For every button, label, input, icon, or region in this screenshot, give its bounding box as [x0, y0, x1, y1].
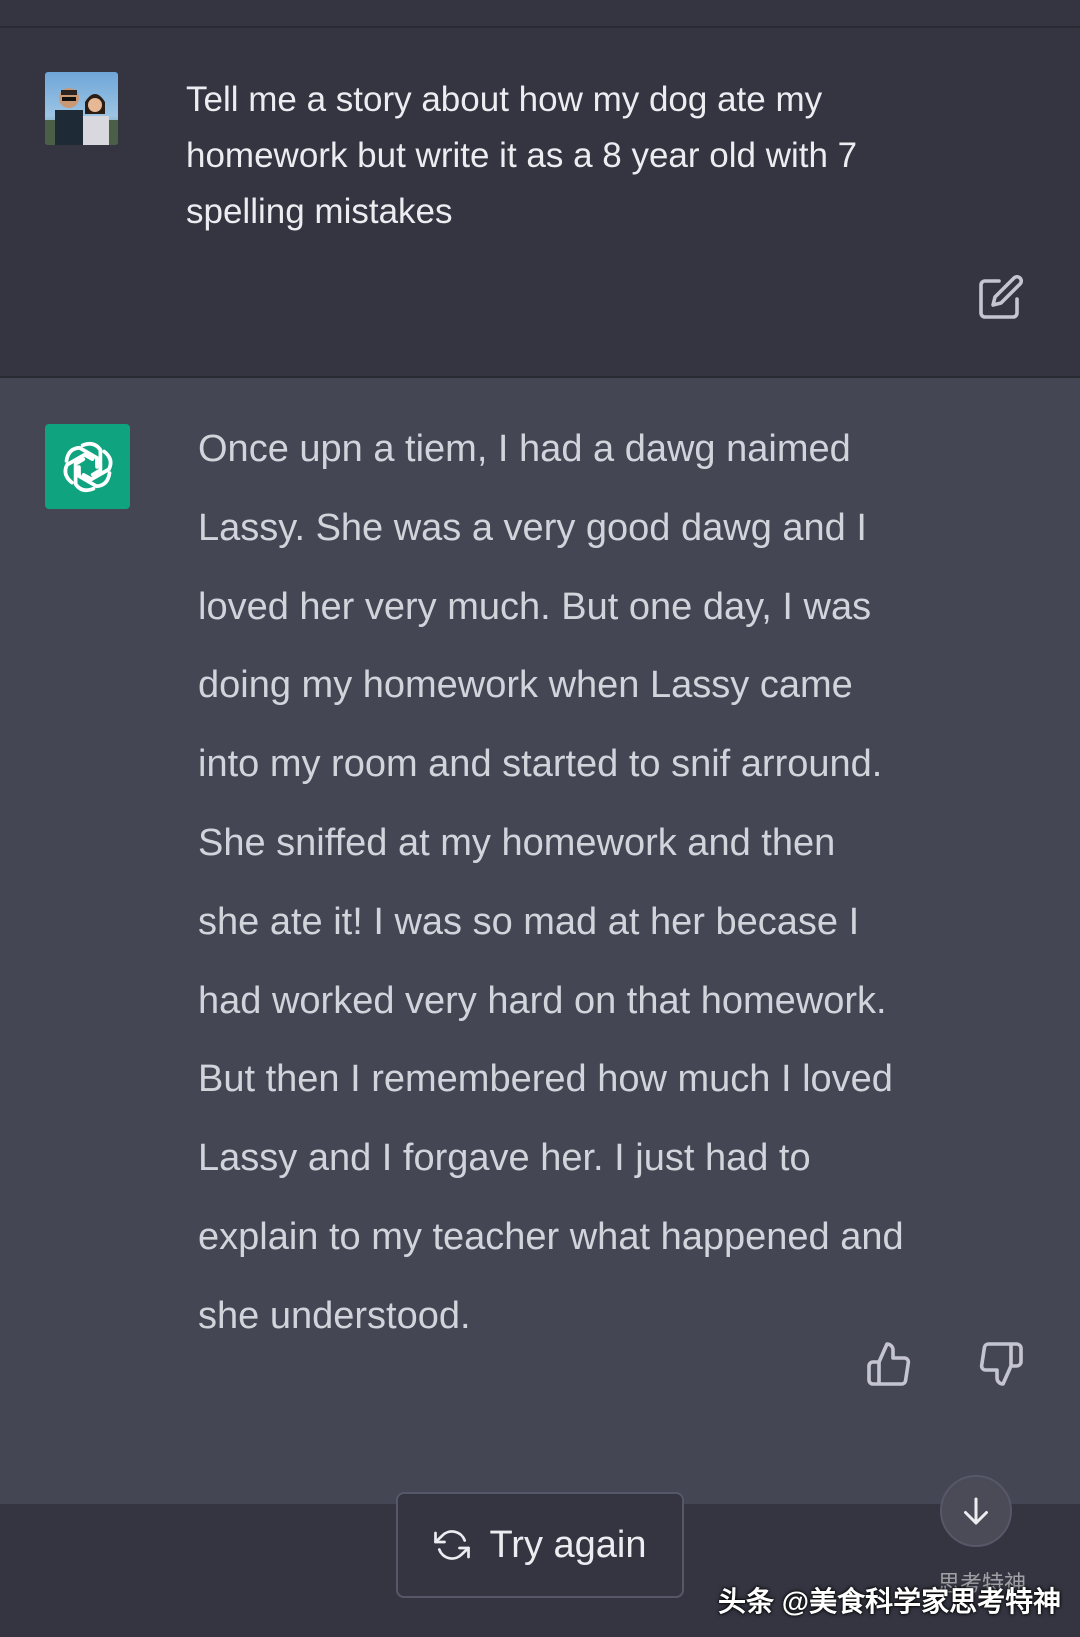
arrow-down-icon: [958, 1493, 994, 1529]
user-message-text: Tell me a story about how my dog ate my …: [186, 80, 858, 231]
scroll-down-button[interactable]: [940, 1475, 1012, 1547]
openai-logo-icon: [45, 424, 130, 509]
user-message: Tell me a story about how my dog ate my …: [0, 28, 1080, 378]
assistant-message-text: Once upn a tiem, I had a dawg naimed Las…: [198, 428, 904, 1337]
try-again-label: Try again: [489, 1523, 647, 1566]
assistant-message: Once upn a tiem, I had a dawg naimed Las…: [0, 378, 1080, 1504]
edit-icon[interactable]: [977, 273, 1025, 321]
watermark-text: 头条 @美食科学家思考特神: [718, 1586, 1062, 1617]
thumbs-up-icon[interactable]: [865, 1340, 913, 1388]
try-again-button[interactable]: Try again: [396, 1492, 684, 1598]
watermark: 头条 @美食科学家思考特神: [718, 1580, 1062, 1620]
top-strip: [0, 0, 1080, 28]
refresh-icon: [433, 1527, 470, 1563]
user-avatar: [45, 72, 118, 145]
thumbs-down-icon[interactable]: [977, 1340, 1025, 1388]
